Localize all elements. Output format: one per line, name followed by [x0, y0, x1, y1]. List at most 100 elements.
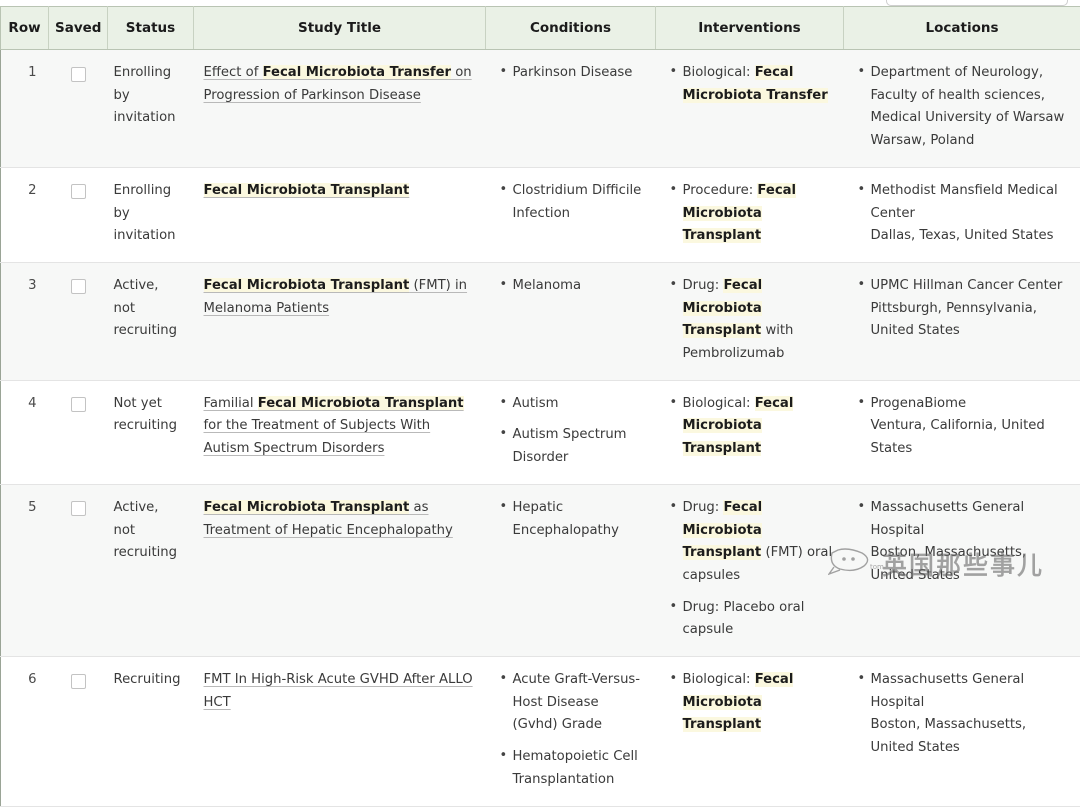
saved-cell: [49, 380, 108, 484]
saved-cell: [49, 262, 108, 380]
interventions-cell: Procedure: Fecal Microbiota Transplant: [656, 167, 844, 262]
study-title-link[interactable]: Fecal Microbiota Transplant: [204, 183, 410, 198]
location-item: Methodist Mansfield Medical CenterDallas…: [869, 180, 1071, 248]
study-title-link[interactable]: Fecal Microbiota Transplant (FMT) in Mel…: [204, 278, 468, 316]
interventions-cell-list: Procedure: Fecal Microbiota Transplant: [666, 180, 834, 248]
save-study-checkbox[interactable]: [71, 397, 86, 412]
interventions-cell: Biological: Fecal Microbiota Transplant: [656, 657, 844, 807]
table-header: Row Saved Status Study Title Conditions …: [1, 7, 1080, 50]
interventions-cell: Drug: Fecal Microbiota Transplant (FMT) …: [656, 484, 844, 656]
saved-cell: [49, 167, 108, 262]
condition-item: Autism Spectrum Disorder: [511, 424, 646, 469]
save-study-checkbox[interactable]: [71, 501, 86, 516]
interventions-cell-list: Drug: Fecal Microbiota Transplant (FMT) …: [666, 497, 834, 642]
location-place: Ventura, California, United States: [871, 415, 1071, 460]
interventions-cell-list: Biological: Fecal Microbiota Transfer: [666, 62, 834, 107]
locations-list: UPMC Hillman Cancer CenterPittsburgh, Pe…: [854, 275, 1071, 343]
study-title-cell: FMT In High-Risk Acute GVHD After ALLO H…: [194, 657, 486, 807]
conditions-cell: Acute Graft-Versus-Host Disease (Gvhd) G…: [486, 657, 656, 807]
save-study-checkbox[interactable]: [71, 279, 86, 294]
conditions-cell-list: Acute Graft-Versus-Host Disease (Gvhd) G…: [496, 669, 646, 792]
locations-cell: ProgenaBiomeVentura, California, United …: [844, 380, 1080, 484]
save-study-checkbox[interactable]: [71, 674, 86, 689]
intervention-item: Drug: Fecal Microbiota Transplant with P…: [681, 275, 834, 366]
locations-list: ProgenaBiomeVentura, California, United …: [854, 393, 1071, 461]
column-header-status[interactable]: Status: [108, 7, 194, 50]
study-title-link[interactable]: FMT In High-Risk Acute GVHD After ALLO H…: [204, 672, 473, 710]
location-item: UPMC Hillman Cancer CenterPittsburgh, Pe…: [869, 275, 1071, 343]
interventions-cell-list: Biological: Fecal Microbiota Transplant: [666, 393, 834, 461]
location-item: Department of Neurology, Faculty of heal…: [869, 62, 1071, 153]
study-title-link[interactable]: Fecal Microbiota Transplant as Treatment…: [204, 500, 453, 538]
conditions-cell: Autism Autism Spectrum Disorder: [486, 380, 656, 484]
intervention-item: Drug: Fecal Microbiota Transplant (FMT) …: [681, 497, 834, 588]
interventions-cell-list: Drug: Fecal Microbiota Transplant with P…: [666, 275, 834, 366]
location-place: Dallas, Texas, United States: [871, 225, 1071, 248]
study-title-cell: Familial Fecal Microbiota Transplant for…: [194, 380, 486, 484]
clinical-trials-results-table: Row Saved Status Study Title Conditions …: [0, 6, 1080, 807]
locations-cell: UPMC Hillman Cancer CenterPittsburgh, Pe…: [844, 262, 1080, 380]
intervention-item: Biological: Fecal Microbiota Transplant: [681, 669, 834, 737]
locations-list: Massachusetts General HospitalBoston, Ma…: [854, 669, 1071, 760]
saved-cell: [49, 657, 108, 807]
study-title-link[interactable]: Effect of Fecal Microbiota Transfer on P…: [204, 65, 472, 103]
location-facility: Massachusetts General Hospital: [871, 669, 1071, 714]
location-item: Massachusetts General HospitalBoston, Ma…: [869, 669, 1071, 760]
location-facility: Department of Neurology, Faculty of heal…: [871, 62, 1071, 130]
conditions-cell-list: Parkinson Disease: [496, 62, 646, 85]
table-row: 1Enrolling by invitationEffect of Fecal …: [1, 50, 1080, 168]
table-row: 4Not yet recruitingFamilial Fecal Microb…: [1, 380, 1080, 484]
interventions-cell: Drug: Fecal Microbiota Transplant with P…: [656, 262, 844, 380]
column-header-interventions[interactable]: Interventions: [656, 7, 844, 50]
row-number: 5: [1, 484, 49, 656]
locations-cell: Methodist Mansfield Medical CenterDallas…: [844, 167, 1080, 262]
saved-cell: [49, 50, 108, 168]
location-facility: UPMC Hillman Cancer Center: [871, 275, 1071, 298]
study-title-cell: Effect of Fecal Microbiota Transfer on P…: [194, 50, 486, 168]
locations-cell: Massachusetts General HospitalBoston, Ma…: [844, 657, 1080, 807]
table-row: 2Enrolling by invitationFecal Microbiota…: [1, 167, 1080, 262]
conditions-cell: Parkinson Disease: [486, 50, 656, 168]
location-facility: Massachusetts General Hospital: [871, 497, 1071, 542]
study-title-link[interactable]: Familial Fecal Microbiota Transplant for…: [204, 396, 464, 456]
condition-item: Autism: [511, 393, 646, 416]
locations-list: Methodist Mansfield Medical CenterDallas…: [854, 180, 1071, 248]
row-number: 2: [1, 167, 49, 262]
locations-list: Department of Neurology, Faculty of heal…: [854, 62, 1071, 153]
column-header-saved[interactable]: Saved: [49, 7, 108, 50]
study-title-cell: Fecal Microbiota Transplant as Treatment…: [194, 484, 486, 656]
column-header-study-title[interactable]: Study Title: [194, 7, 486, 50]
column-header-row[interactable]: Row: [1, 7, 49, 50]
intervention-item: Biological: Fecal Microbiota Transplant: [681, 393, 834, 461]
interventions-cell-list: Biological: Fecal Microbiota Transplant: [666, 669, 834, 737]
condition-item: Melanoma: [511, 275, 646, 298]
location-facility: ProgenaBiome: [871, 393, 1071, 416]
intervention-item: Drug: Placebo oral capsule: [681, 597, 834, 642]
locations-cell: Massachusetts General HospitalBoston, Ma…: [844, 484, 1080, 656]
save-study-checkbox[interactable]: [71, 184, 86, 199]
save-study-checkbox[interactable]: [71, 67, 86, 82]
conditions-cell: Melanoma: [486, 262, 656, 380]
column-header-conditions[interactable]: Conditions: [486, 7, 656, 50]
status-badge: Recruiting: [108, 657, 194, 807]
condition-item: Hematopoietic Cell Transplantation: [511, 746, 646, 791]
location-place: Warsaw, Poland: [871, 130, 1071, 153]
table-body: 1Enrolling by invitationEffect of Fecal …: [1, 50, 1080, 807]
conditions-cell-list: Hepatic Encephalopathy: [496, 497, 646, 542]
study-title-cell: Fecal Microbiota Transplant: [194, 167, 486, 262]
table-header-row: Row Saved Status Study Title Conditions …: [1, 7, 1080, 50]
intervention-item: Procedure: Fecal Microbiota Transplant: [681, 180, 834, 248]
intervention-item: Biological: Fecal Microbiota Transfer: [681, 62, 834, 107]
location-item: Massachusetts General HospitalBoston, Ma…: [869, 497, 1071, 588]
column-header-locations[interactable]: Locations: [844, 7, 1080, 50]
interventions-cell: Biological: Fecal Microbiota Transplant: [656, 380, 844, 484]
table-row: 5Active, not recruitingFecal Microbiota …: [1, 484, 1080, 656]
interventions-cell: Biological: Fecal Microbiota Transfer: [656, 50, 844, 168]
location-place: Boston, Massachusetts, United States: [871, 542, 1071, 587]
location-item: ProgenaBiomeVentura, California, United …: [869, 393, 1071, 461]
row-number: 1: [1, 50, 49, 168]
location-place: Pittsburgh, Pennsylvania, United States: [871, 298, 1071, 343]
status-badge: Active, not recruiting: [108, 262, 194, 380]
condition-item: Hepatic Encephalopathy: [511, 497, 646, 542]
saved-cell: [49, 484, 108, 656]
